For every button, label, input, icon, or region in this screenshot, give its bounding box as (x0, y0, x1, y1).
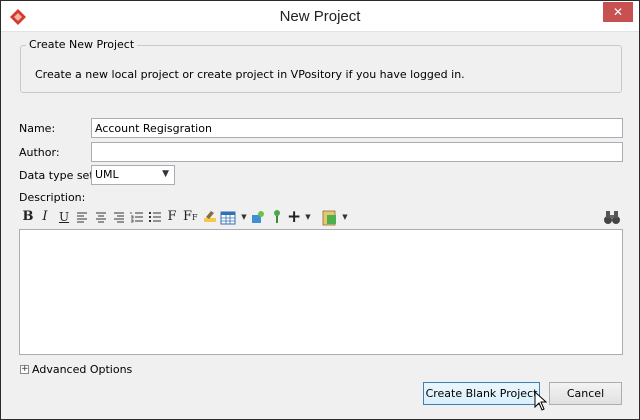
rich-text-toolbar: B I U F FF ▼ + ▼ ▼ (21, 208, 623, 226)
insert-link-icon[interactable] (270, 208, 284, 226)
italic-button[interactable]: I (39, 208, 51, 226)
name-label: Name: (19, 122, 56, 135)
chevron-down-icon: ▼ (162, 169, 169, 179)
datatype-value: UML (95, 168, 119, 181)
dialog-window: New Project ✕ Create New Project Create … (0, 0, 640, 420)
cancel-button[interactable]: Cancel (549, 382, 622, 405)
underline-button[interactable]: U (57, 208, 71, 226)
group-legend: Create New Project (26, 38, 138, 51)
name-field[interactable] (91, 118, 623, 138)
paste-dropdown-icon[interactable]: ▼ (341, 208, 349, 226)
window-title: New Project (279, 8, 361, 25)
highlight-icon[interactable] (202, 208, 218, 226)
advanced-options-label[interactable]: Advanced Options (32, 363, 132, 376)
font-button[interactable]: F (166, 208, 178, 226)
create-blank-project-button[interactable]: Create Blank Project (423, 382, 540, 405)
author-label: Author: (19, 146, 60, 159)
description-label: Description: (19, 191, 86, 204)
font-size-button[interactable]: FF (183, 208, 198, 226)
add-dropdown-icon[interactable]: ▼ (304, 208, 312, 226)
group-description: Create a new local project or create pro… (35, 68, 465, 81)
bold-button[interactable]: B (21, 208, 35, 226)
align-right-icon[interactable] (112, 208, 126, 226)
description-editor[interactable] (19, 229, 623, 355)
table-dropdown-icon[interactable]: ▼ (240, 208, 248, 226)
binoculars-icon[interactable] (603, 208, 621, 226)
mouse-cursor-icon (534, 391, 548, 411)
bullet-list-icon[interactable] (148, 208, 162, 226)
create-new-project-group: Create New Project Create a new local pr… (20, 38, 622, 93)
insert-image-icon[interactable] (250, 208, 266, 226)
advanced-options-toggle[interactable]: + (20, 365, 29, 374)
table-icon[interactable] (220, 208, 238, 226)
close-icon: ✕ (612, 5, 624, 19)
align-left-icon[interactable] (75, 208, 89, 226)
font-size-big: F (183, 209, 193, 224)
numbered-list-icon[interactable] (130, 208, 144, 226)
font-size-small: F (192, 213, 198, 222)
close-button[interactable]: ✕ (603, 2, 633, 22)
align-center-icon[interactable] (94, 208, 108, 226)
paste-icon[interactable] (321, 208, 339, 226)
title-bar[interactable]: New Project ✕ (1, 1, 639, 32)
add-icon[interactable]: + (287, 208, 301, 226)
datatype-label: Data type set: (19, 169, 98, 182)
datatype-select[interactable]: UML ▼ (91, 165, 175, 185)
author-field[interactable] (91, 142, 623, 162)
